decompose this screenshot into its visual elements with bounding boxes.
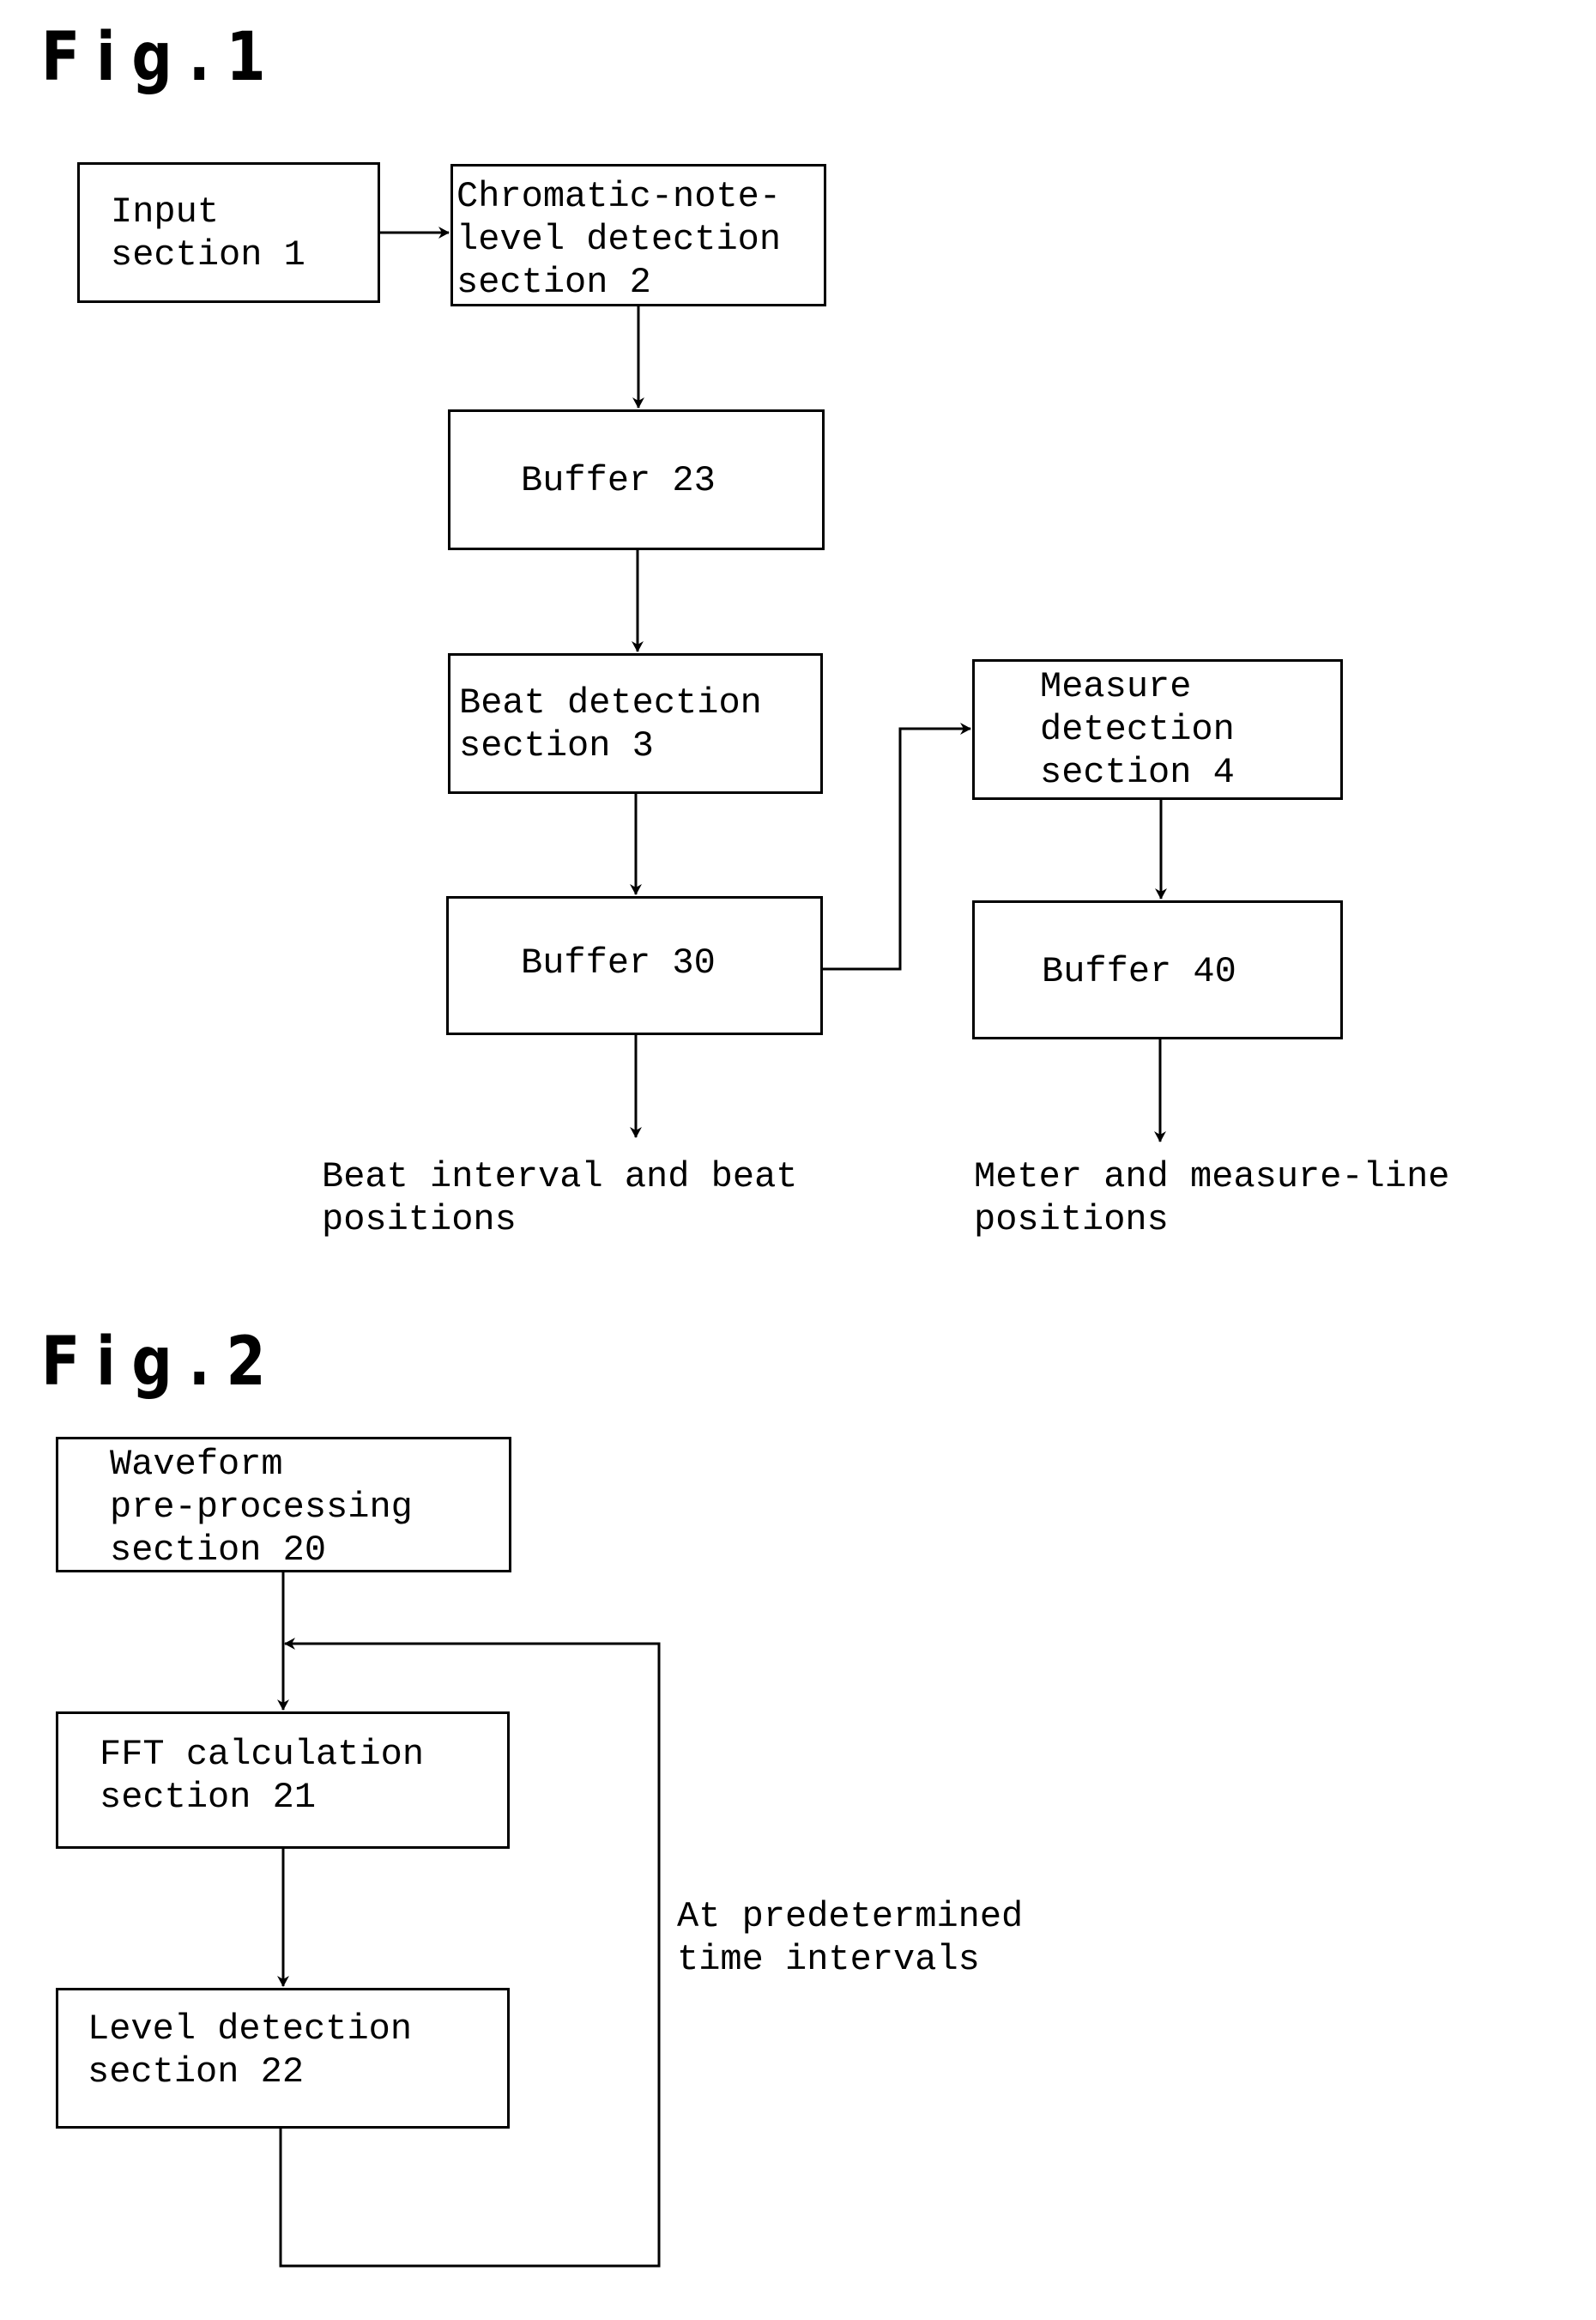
line: Input: [111, 191, 220, 233]
line: section 4: [1040, 752, 1235, 793]
line: section 21: [100, 1777, 317, 1818]
figure-2-label: Fig.2: [41, 1324, 282, 1401]
buffer-23-block: Buffer 23: [448, 409, 825, 550]
line: Beat interval and beat: [322, 1156, 798, 1197]
line: section 2: [456, 262, 651, 303]
line: Waveform: [110, 1444, 283, 1485]
beat-detection-block: Beat detection section 3: [448, 653, 823, 794]
line: Beat detection: [459, 682, 762, 724]
fft-block-label: FFT calculation section 21: [100, 1733, 424, 1819]
buffer-40-label: Buffer 40: [1042, 951, 1236, 992]
line: Level detection: [88, 2008, 413, 2050]
line: detection: [1040, 709, 1235, 750]
waveform-preprocessing-block: Waveform pre-processing section 20: [56, 1437, 511, 1572]
line: section 1: [111, 234, 305, 276]
line: Chromatic-note-: [456, 176, 782, 217]
line: At predetermined: [677, 1896, 1024, 1937]
chromatic-block-label: Chromatic-note-level detection section 2: [456, 175, 781, 304]
line: Meter and measure-line: [974, 1156, 1450, 1197]
chromatic-note-level-detection-block: Chromatic-note-level detection section 2: [450, 164, 826, 306]
line: section 20: [110, 1530, 327, 1571]
line: positions: [322, 1199, 517, 1240]
line: level detection: [456, 219, 782, 260]
meter-output-label: Meter and measure-line positions: [974, 1155, 1450, 1241]
line: Measure: [1040, 666, 1192, 707]
buffer-30-label: Buffer 30: [521, 942, 716, 984]
input-section-label: Input section 1: [111, 191, 305, 276]
level-block-label: Level detection section 22: [88, 2008, 412, 2093]
figure-1-label: Fig.1: [41, 19, 282, 96]
buffer-30-block: Buffer 30: [446, 896, 823, 1035]
fft-calculation-block: FFT calculation section 21: [56, 1711, 510, 1849]
input-section-block: Input section 1: [77, 162, 380, 303]
level-detection-block: Level detection section 22: [56, 1988, 510, 2129]
beat-output-label: Beat interval and beat positions: [322, 1155, 798, 1241]
line: section 22: [88, 2051, 305, 2093]
buffer-23-label: Buffer 23: [521, 460, 716, 501]
line: FFT calculation: [100, 1734, 425, 1775]
measure-detection-block: Measure detection section 4: [972, 659, 1343, 800]
line: time intervals: [677, 1939, 980, 1980]
line: positions: [974, 1199, 1169, 1240]
line: section 3: [459, 725, 654, 766]
measure-detection-label: Measure detection section 4: [1040, 665, 1235, 794]
line: pre-processing: [110, 1487, 413, 1528]
loop-interval-label: At predetermined time intervals: [677, 1895, 1023, 1981]
beat-detection-label: Beat detection section 3: [459, 681, 762, 767]
arrow-buffer30-to-measure: [823, 723, 971, 971]
waveform-block-label: Waveform pre-processing section 20: [110, 1443, 413, 1572]
buffer-40-block: Buffer 40: [972, 900, 1343, 1039]
